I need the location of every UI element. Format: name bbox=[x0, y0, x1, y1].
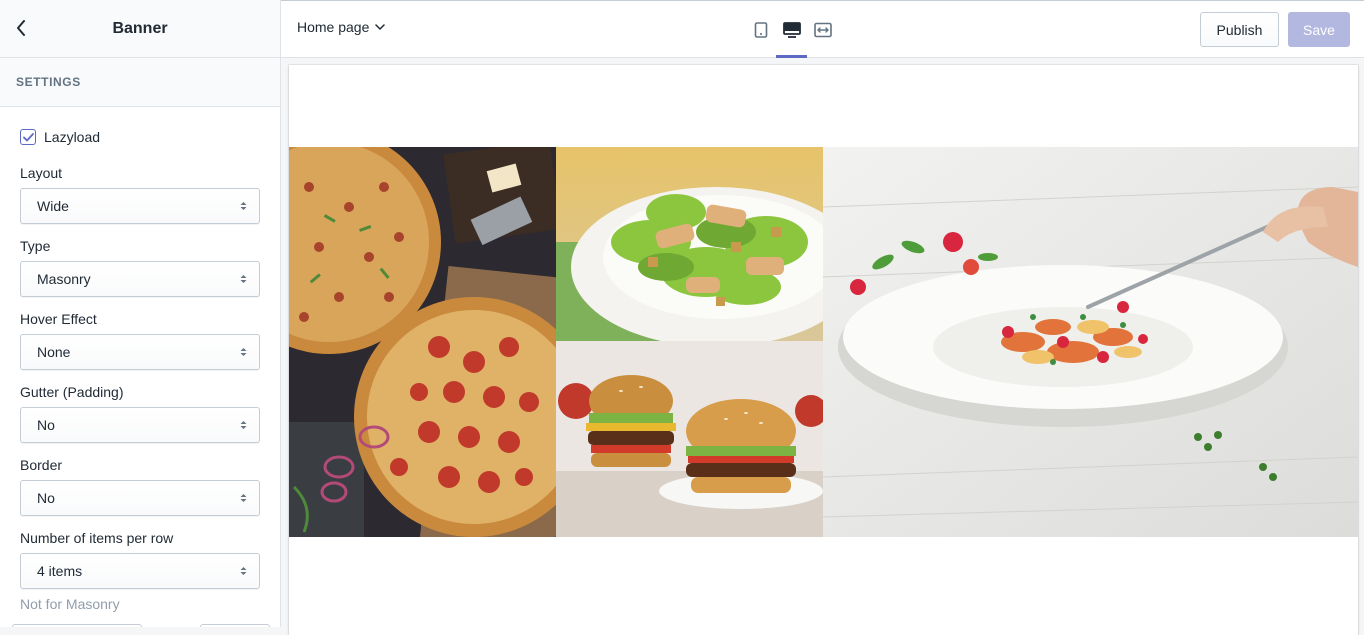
select-arrows-icon bbox=[240, 566, 247, 576]
layout-value: Wide bbox=[37, 198, 69, 214]
burgers-image bbox=[556, 341, 823, 537]
page-selector[interactable]: Home page bbox=[297, 19, 386, 35]
banner-image-pasta[interactable] bbox=[823, 147, 1358, 537]
gutter-label: Gutter (Padding) bbox=[20, 384, 124, 400]
salad-image bbox=[556, 147, 823, 341]
page-selector-label: Home page bbox=[297, 19, 370, 35]
select-arrows-icon bbox=[240, 274, 247, 284]
type-field: Type Masonry bbox=[20, 238, 260, 297]
device-preview-switcher bbox=[745, 1, 838, 58]
preview-canvas bbox=[289, 65, 1358, 635]
items-per-row-value: 4 items bbox=[37, 563, 83, 579]
hover-effect-value: None bbox=[37, 344, 71, 360]
select-arrows-icon bbox=[240, 420, 247, 430]
gutter-select[interactable]: No bbox=[20, 407, 260, 443]
gutter-value: No bbox=[37, 417, 55, 433]
border-value: No bbox=[37, 490, 55, 506]
select-arrows-icon bbox=[240, 493, 247, 503]
lazyload-row: Lazyload bbox=[20, 129, 260, 145]
items-per-row-select[interactable]: 4 items bbox=[20, 553, 260, 589]
layout-label: Layout bbox=[20, 165, 63, 181]
fullscreen-icon bbox=[813, 22, 832, 37]
hover-effect-field: Hover Effect None bbox=[20, 311, 260, 370]
checkmark-icon bbox=[22, 132, 34, 141]
type-select[interactable]: Masonry bbox=[20, 261, 260, 297]
save-button[interactable]: Save bbox=[1288, 12, 1350, 47]
items-per-row-field: Number of items per row 4 items Not for … bbox=[20, 530, 260, 612]
chevron-down-icon bbox=[375, 24, 386, 30]
lazyload-checkbox[interactable] bbox=[20, 129, 36, 145]
section-title: SETTINGS bbox=[16, 75, 81, 89]
settings-form: Lazyload Layout Wide Type Masonry Hover … bbox=[0, 107, 280, 612]
back-button[interactable] bbox=[10, 17, 32, 39]
banner-image-burgers[interactable] bbox=[556, 341, 823, 537]
items-per-row-label: Number of items per row bbox=[20, 530, 174, 546]
settings-section-header: SETTINGS bbox=[0, 58, 280, 107]
lazyload-label: Lazyload bbox=[44, 129, 101, 145]
border-select[interactable]: No bbox=[20, 480, 260, 516]
sidebar-header: Banner bbox=[0, 0, 280, 58]
hover-effect-select[interactable]: None bbox=[20, 334, 260, 370]
chevron-left-icon bbox=[17, 20, 25, 36]
gutter-field: Gutter (Padding) No bbox=[20, 384, 260, 443]
mobile-view-button[interactable] bbox=[745, 1, 776, 58]
select-arrows-icon bbox=[240, 201, 247, 211]
sidebar-footer-buttons bbox=[12, 622, 270, 627]
pizza-image bbox=[289, 147, 556, 537]
desktop-view-button[interactable] bbox=[776, 1, 807, 58]
desktop-icon bbox=[782, 21, 801, 38]
fullscreen-view-button[interactable] bbox=[807, 1, 838, 58]
items-per-row-help: Not for Masonry bbox=[20, 596, 120, 612]
layout-select[interactable]: Wide bbox=[20, 188, 260, 224]
border-field: Border No bbox=[20, 457, 260, 516]
type-value: Masonry bbox=[37, 271, 91, 287]
border-label: Border bbox=[20, 457, 63, 473]
hover-effect-label: Hover Effect bbox=[20, 311, 97, 327]
layout-field: Layout Wide bbox=[20, 165, 260, 224]
type-label: Type bbox=[20, 238, 51, 254]
banner-image-pizza[interactable] bbox=[289, 147, 556, 537]
publish-button[interactable]: Publish bbox=[1200, 12, 1279, 47]
settings-sidebar: Banner SETTINGS Lazyload Layout Wide Typ… bbox=[0, 0, 281, 627]
select-arrows-icon bbox=[240, 347, 247, 357]
banner-image-salad[interactable] bbox=[556, 147, 823, 341]
editor-topbar: Home page Publish Save bbox=[281, 0, 1364, 58]
pasta-image bbox=[823, 147, 1358, 537]
sidebar-title: Banner bbox=[112, 19, 168, 37]
mobile-icon bbox=[754, 21, 767, 38]
